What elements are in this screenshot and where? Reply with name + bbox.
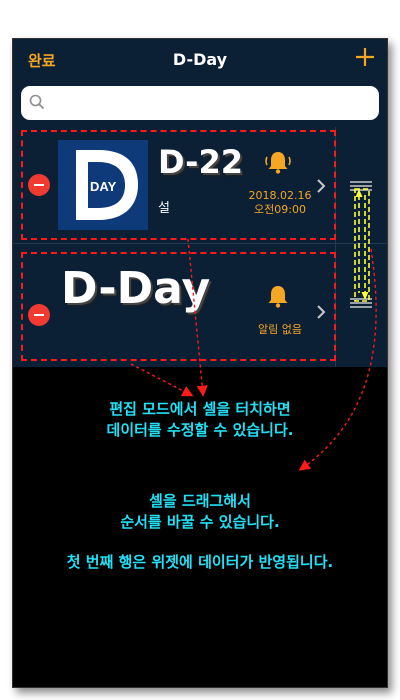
annotation-arrows [130,238,377,471]
drag-hint-text: 셀을 드래그해서 순서를 바꿀 수 있습니다. [13,491,387,533]
edit-hint-text: 편집 모드에서 셀을 터치하면 데이터를 수정할 수 있습니다. [13,399,387,441]
drag-hint-line2: 순서를 바꿀 수 있습니다. [120,513,280,531]
edit-hint-line1: 편집 모드에서 셀을 터치하면 [109,400,291,418]
drag-hint-line1: 셀을 드래그해서 [149,492,251,510]
edit-hint-line2: 데이터를 수정할 수 있습니다. [106,421,294,439]
widget-hint-text: 첫 번째 행은 위젯에 데이터가 반영됩니다. [66,553,334,571]
phone-screen: 완료 D-Day DAY D-22 설 2018.02.16 오전09:00 D… [12,38,388,688]
